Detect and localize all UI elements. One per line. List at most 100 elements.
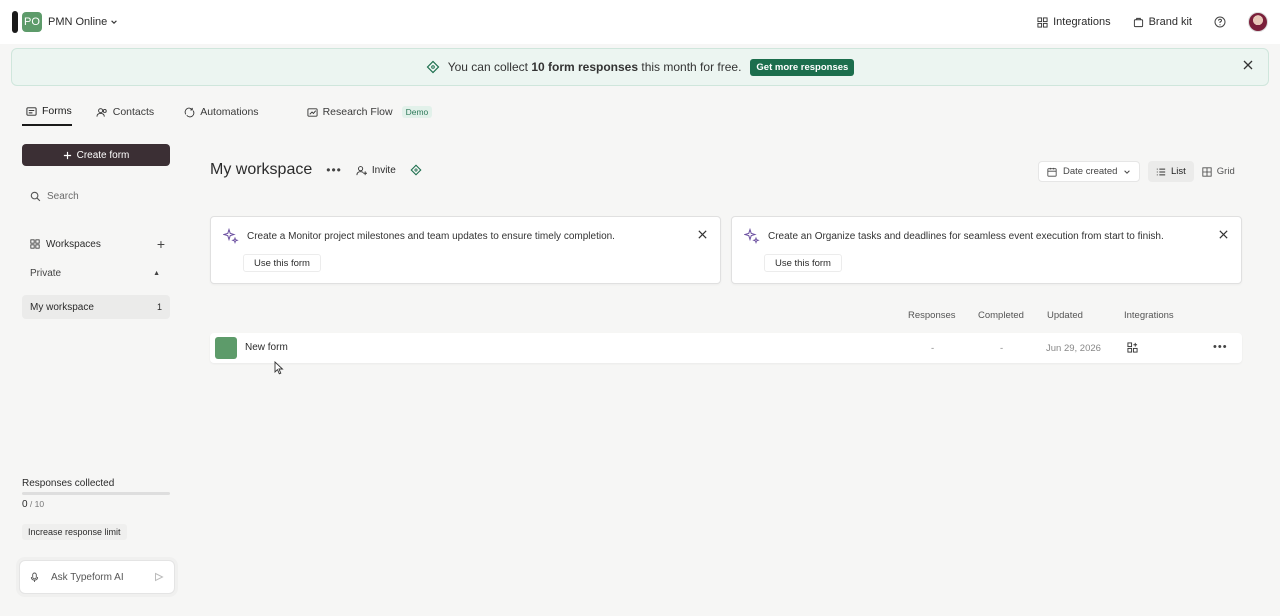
form-name: New form <box>245 342 288 353</box>
suggestion-text: Create an Organize tasks and deadlines f… <box>768 230 1164 242</box>
private-section-toggle[interactable]: Private ▲ <box>30 268 160 279</box>
responses-collected-label: Responses collected <box>22 478 115 489</box>
grid-icon <box>1037 16 1048 28</box>
close-icon[interactable] <box>697 229 708 240</box>
close-icon[interactable] <box>1242 59 1254 71</box>
invite-button[interactable]: Invite <box>356 165 396 176</box>
integrations-add-icon[interactable] <box>1127 342 1138 353</box>
sparkle-icon <box>223 228 239 244</box>
help-icon[interactable] <box>1214 16 1226 28</box>
tab-forms[interactable]: Forms <box>22 98 72 126</box>
create-form-label: Create form <box>76 149 130 161</box>
workspace-header: My workspace ••• Invite <box>210 161 422 179</box>
caret-up-icon: ▲ <box>153 270 160 277</box>
search-placeholder: Search <box>47 191 79 202</box>
workspaces-icon <box>30 239 40 249</box>
typeform-logo[interactable] <box>12 11 18 33</box>
table-row[interactable]: New form - - Jun 29, 2026 ••• <box>210 333 1242 363</box>
sort-label: Date created <box>1063 166 1118 177</box>
tab-label: Forms <box>42 105 72 117</box>
suggestion-card: Create a Monitor project milestones and … <box>210 216 721 284</box>
workspace-name: My workspace <box>30 301 94 313</box>
ask-ai-placeholder: Ask Typeform AI <box>51 571 124 583</box>
get-more-responses-button[interactable]: Get more responses <box>750 58 855 76</box>
suggestion-text: Create a Monitor project milestones and … <box>247 230 615 242</box>
responses-progress-bar <box>22 492 170 495</box>
private-label: Private <box>30 268 62 279</box>
main-tabs: Forms Contacts Automations Research Flow… <box>22 98 438 132</box>
integrations-link[interactable]: Integrations <box>1037 16 1111 28</box>
view-list-button[interactable]: List <box>1148 161 1194 182</box>
responses-count: 0 / 10 <box>22 499 45 510</box>
row-more-options-icon[interactable]: ••• <box>1213 341 1228 353</box>
brand-kit-icon <box>1133 17 1143 27</box>
chevron-down-icon <box>111 20 118 24</box>
view-grid-label: Grid <box>1216 166 1235 177</box>
invite-label: Invite <box>371 164 396 176</box>
increase-response-limit-button[interactable]: Increase response limit <box>22 524 127 540</box>
chevron-down-icon <box>1124 169 1131 174</box>
list-icon <box>1156 168 1166 175</box>
user-avatar[interactable] <box>1248 12 1268 32</box>
contacts-icon <box>96 107 107 117</box>
workspace-form-count: 1 <box>156 302 162 312</box>
diamond-icon[interactable] <box>410 164 422 176</box>
calendar-icon <box>1047 167 1057 177</box>
form-responses: - <box>931 343 935 354</box>
form-updated: Jun 29, 2026 <box>1046 343 1101 354</box>
org-name: PMN Online <box>48 16 108 28</box>
create-form-button[interactable]: Create form <box>22 144 170 166</box>
view-list-label: List <box>1171 166 1186 177</box>
diamond-icon <box>426 60 440 74</box>
org-avatar[interactable]: PO <box>22 12 42 32</box>
banner-text: You can collect 10 form responses this m… <box>447 60 742 74</box>
use-this-form-button[interactable]: Use this form <box>243 254 321 272</box>
demo-badge: Demo <box>401 106 433 118</box>
tab-label: Research Flow <box>322 106 393 118</box>
research-flow-icon <box>307 107 318 117</box>
add-user-icon <box>356 165 367 175</box>
close-icon[interactable] <box>1218 229 1229 240</box>
tab-contacts[interactable]: Contacts <box>90 98 160 126</box>
view-toggle: List Grid <box>1148 161 1243 182</box>
free-plan-banner: You can collect 10 form responses this m… <box>11 48 1269 86</box>
use-this-form-button[interactable]: Use this form <box>764 254 842 272</box>
column-header-updated[interactable]: Updated <box>1047 310 1083 321</box>
tab-automations[interactable]: Automations <box>178 98 264 126</box>
tab-research-flow[interactable]: Research Flow Demo <box>301 98 439 126</box>
column-header-completed[interactable]: Completed <box>978 310 1024 321</box>
plus-icon <box>63 151 71 159</box>
more-options-icon[interactable]: ••• <box>326 163 342 177</box>
sparkle-icon <box>744 228 760 244</box>
add-workspace-button[interactable]: + <box>157 236 165 252</box>
grid-icon <box>1202 166 1212 177</box>
brand-kit-link[interactable]: Brand kit <box>1133 16 1192 28</box>
mouse-cursor-icon <box>274 361 284 375</box>
form-completed: - <box>1000 343 1004 354</box>
automations-icon <box>184 107 195 117</box>
suggestion-text-row: Create a Monitor project milestones and … <box>223 228 615 244</box>
integrations-label: Integrations <box>1053 16 1111 28</box>
sidebar: Create form Search Workspaces + Private … <box>11 132 181 604</box>
suggestion-text-row: Create an Organize tasks and deadlines f… <box>744 228 1164 244</box>
tab-label: Automations <box>200 106 259 118</box>
workspaces-header: Workspaces + <box>30 236 165 252</box>
search-input[interactable]: Search <box>30 191 79 202</box>
column-header-integrations[interactable]: Integrations <box>1124 310 1174 321</box>
sort-dropdown[interactable]: Date created <box>1038 161 1141 182</box>
page-title: My workspace <box>210 161 313 178</box>
org-switcher[interactable]: PMN Online <box>48 16 118 28</box>
tab-label: Contacts <box>112 106 155 118</box>
ask-ai-input[interactable]: Ask Typeform AI <box>19 560 175 594</box>
forms-icon <box>26 106 37 116</box>
form-thumbnail <box>215 337 237 359</box>
sidebar-item-my-workspace[interactable]: My workspace 1 <box>22 295 170 319</box>
brand-kit-label: Brand kit <box>1148 16 1192 28</box>
send-icon[interactable] <box>154 572 164 582</box>
top-bar: PO PMN Online Integrations Brand kit <box>0 0 1280 44</box>
search-icon <box>30 191 41 202</box>
microphone-icon[interactable] <box>30 572 39 583</box>
column-header-responses[interactable]: Responses <box>908 310 956 321</box>
view-grid-button[interactable]: Grid <box>1194 161 1243 182</box>
suggestion-card: Create an Organize tasks and deadlines f… <box>731 216 1242 284</box>
